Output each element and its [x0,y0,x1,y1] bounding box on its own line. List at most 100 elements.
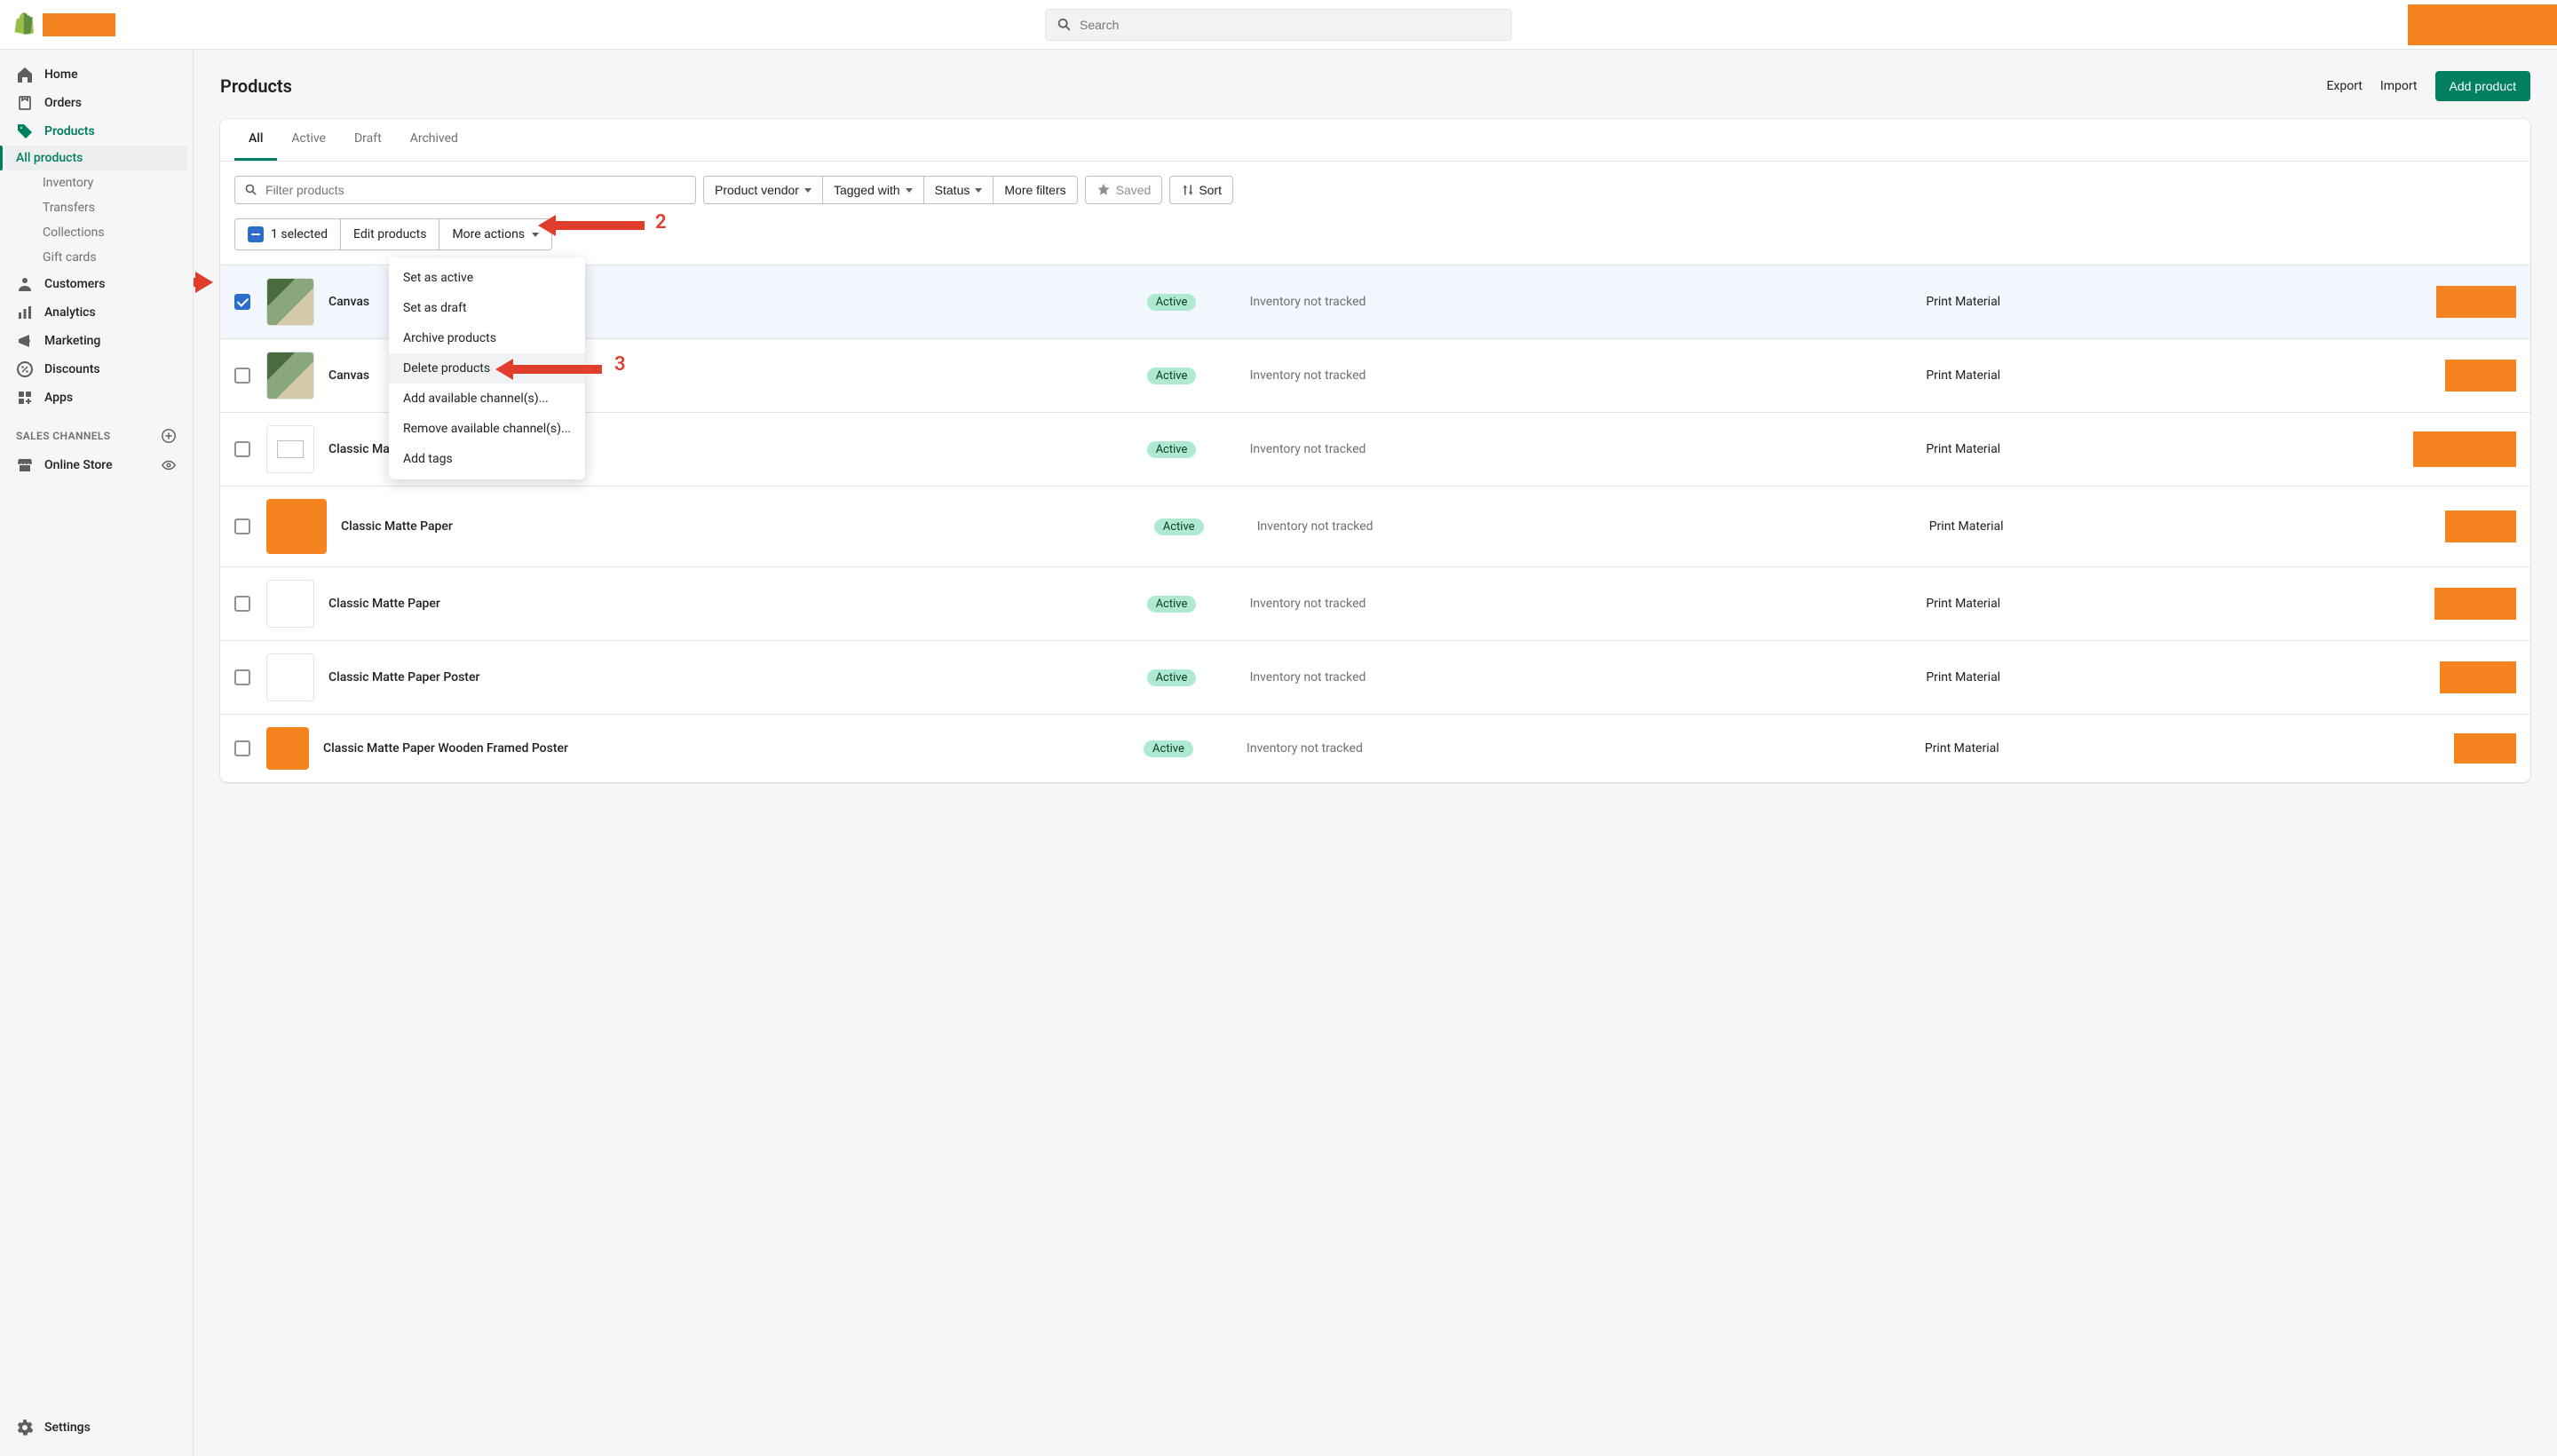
tab-all[interactable]: All [234,119,277,161]
row-checkbox[interactable] [234,518,250,534]
dropdown-set-draft[interactable]: Set as draft [389,293,585,323]
star-icon [1096,183,1111,197]
saved-button[interactable]: Saved [1085,176,1163,204]
import-button[interactable]: Import [2380,79,2418,93]
add-channel-icon[interactable] [161,428,177,444]
product-name[interactable]: Classic Matte Paper Wooden Framed Poster [323,741,1129,756]
status-badge: Active [1144,740,1193,757]
row-checkbox[interactable] [234,596,250,612]
nav-analytics[interactable]: Analytics [0,298,193,327]
bulk-selected-count[interactable]: 1 selected [234,218,341,250]
nav-all-products[interactable]: All products [5,146,187,170]
filter-status-label: Status [935,183,970,197]
nav-online-store[interactable]: Online Store [0,451,193,479]
nav-collections[interactable]: Collections [0,220,193,245]
table-row[interactable]: Classic Matte Paper Active Inventory not… [220,486,2530,566]
logo-area [14,12,115,37]
dropdown-archive[interactable]: Archive products [389,323,585,353]
row-checkbox[interactable] [234,294,250,310]
nav-home[interactable]: Home [0,60,193,89]
vendor-redacted [2413,431,2516,467]
tab-archived[interactable]: Archived [396,119,472,161]
more-filters-button[interactable]: More filters [993,176,1077,204]
tag-icon [16,123,34,140]
product-thumbnail [266,425,314,473]
tab-active[interactable]: Active [277,119,340,161]
vendor-redacted [2445,360,2516,392]
chevron-down-icon [532,233,539,237]
account-redacted[interactable] [2408,4,2557,45]
view-store-icon[interactable] [161,457,177,473]
dropdown-add-tags[interactable]: Add tags [389,444,585,474]
nav-marketing-label: Marketing [44,334,100,348]
nav-customers-label: Customers [44,277,105,291]
filter-status[interactable]: Status [923,176,994,204]
filter-tagged[interactable]: Tagged with [822,176,923,204]
nav-apps[interactable]: Apps [0,384,193,412]
annotation-arrow-1 [194,272,213,293]
nav-settings-label: Settings [44,1420,91,1435]
filter-tagged-label: Tagged with [834,183,900,197]
chevron-down-icon [804,188,811,193]
row-checkbox[interactable] [234,669,250,685]
product-thumbnail [266,580,314,628]
tab-draft[interactable]: Draft [340,119,396,161]
status-badge: Active [1154,518,1204,535]
filter-products-field[interactable] [265,183,686,197]
home-icon [16,66,34,83]
bulk-action-bar: 1 selected Edit products More actions Se… [220,218,2530,265]
nav-gift-cards[interactable]: Gift cards [0,245,193,270]
sort-button[interactable]: Sort [1169,176,1233,204]
main-content: Products Export Import Add product All A… [194,50,2557,1456]
type-cell: Print Material [1926,597,2399,611]
product-name[interactable]: Classic Matte Paper Poster [329,670,1133,684]
table-row[interactable]: Classic Matte Paper Poster Active Invent… [220,640,2530,714]
inventory-cell: Inventory not tracked [1250,670,1912,684]
dropdown-delete[interactable]: Delete products [389,353,585,384]
nav-discounts[interactable]: Discounts [0,355,193,384]
filter-toolbar: Product vendor Tagged with Status More f… [220,162,2530,218]
status-badge: Active [1147,368,1197,384]
table-row[interactable]: Classic Matte Paper Wooden Framed Poster… [220,714,2530,782]
nav-customers[interactable]: Customers [0,270,193,298]
sales-channels-text: SALES CHANNELS [16,430,111,442]
page-header: Products Export Import Add product [220,71,2530,101]
product-name[interactable]: Classic Matte Paper [329,597,1133,611]
more-actions-button[interactable]: More actions [439,218,552,250]
vendor-redacted [2434,588,2516,620]
dropdown-set-active[interactable]: Set as active [389,263,585,293]
add-product-button[interactable]: Add product [2435,71,2531,101]
page-title: Products [220,75,292,97]
export-button[interactable]: Export [2326,79,2362,93]
filter-products-input[interactable] [234,176,696,204]
sort-label: Sort [1199,183,1222,197]
row-checkbox[interactable] [234,441,250,457]
table-row[interactable]: Classic Matte Paper Active Inventory not… [220,566,2530,640]
type-cell: Print Material [1926,670,2399,684]
nav-home-label: Home [44,67,78,82]
row-checkbox[interactable] [234,368,250,384]
nav-orders[interactable]: Orders [0,89,193,117]
shopify-logo-icon [14,12,36,37]
edit-products-button[interactable]: Edit products [341,218,439,250]
nav-marketing[interactable]: Marketing [0,327,193,355]
products-card: All Active Draft Archived Product vendor… [220,119,2530,782]
store-name-redacted [43,13,115,36]
search-input[interactable] [1080,18,1500,32]
dropdown-remove-channel[interactable]: Remove available channel(s)... [389,414,585,444]
analytics-icon [16,304,34,321]
nav-products[interactable]: Products [0,117,193,146]
topbar-right [2408,5,2543,44]
product-name[interactable]: Classic Matte Paper [341,519,1140,534]
nav-transfers-label: Transfers [43,201,95,215]
tabs: All Active Draft Archived [220,119,2530,162]
type-cell: Print Material [1926,295,2399,309]
row-checkbox[interactable] [234,740,250,756]
nav-inventory[interactable]: Inventory [0,170,193,195]
filter-vendor[interactable]: Product vendor [703,176,822,204]
nav-settings[interactable]: Settings [0,1413,193,1442]
search-box[interactable] [1045,9,1512,41]
search-container [1045,9,1512,41]
nav-transfers[interactable]: Transfers [0,195,193,220]
dropdown-add-channel[interactable]: Add available channel(s)... [389,384,585,414]
